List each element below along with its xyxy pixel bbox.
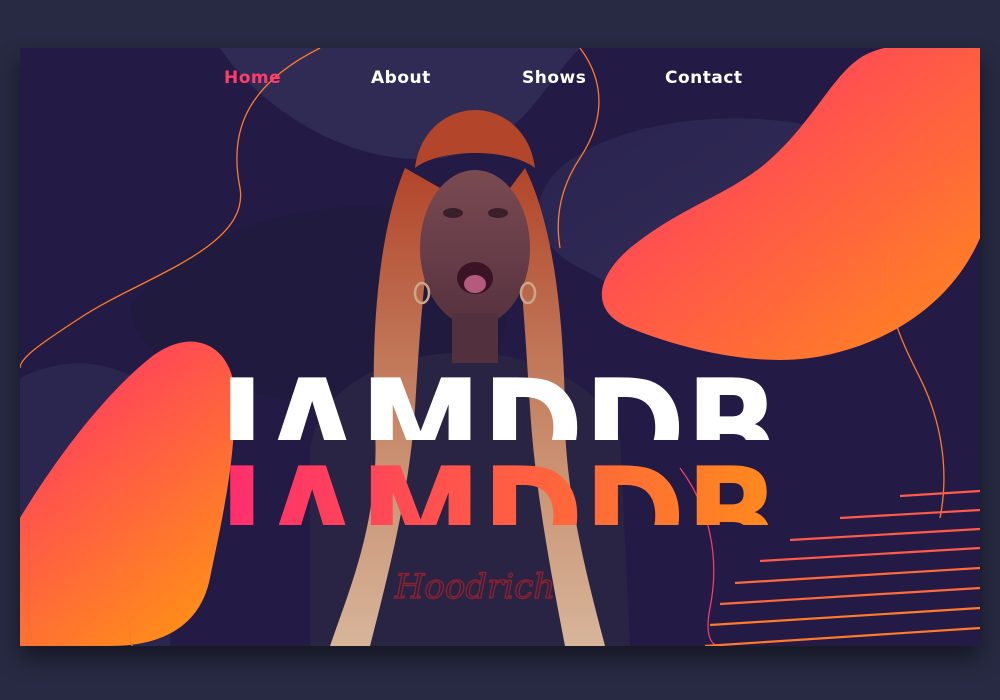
landing-card: Hoodrich IAMDDB IAMDDB Home About Shows …	[20, 48, 980, 646]
nav-shows[interactable]: Shows	[522, 68, 586, 88]
braids-top	[415, 110, 535, 168]
artist-photo: Hoodrich	[310, 110, 630, 646]
neck	[452, 313, 498, 363]
nav-about[interactable]: About	[371, 68, 431, 88]
main-nav: Home About Shows Contact	[20, 68, 980, 98]
page-frame: Hoodrich IAMDDB IAMDDB Home About Shows …	[0, 0, 1000, 700]
shirt-logo-text: Hoodrich	[394, 567, 555, 607]
nav-contact[interactable]: Contact	[665, 68, 743, 88]
eye-right	[488, 208, 508, 218]
tongue	[464, 275, 486, 293]
face	[420, 170, 530, 326]
nav-home[interactable]: Home	[224, 68, 281, 88]
eye-left	[443, 208, 463, 218]
